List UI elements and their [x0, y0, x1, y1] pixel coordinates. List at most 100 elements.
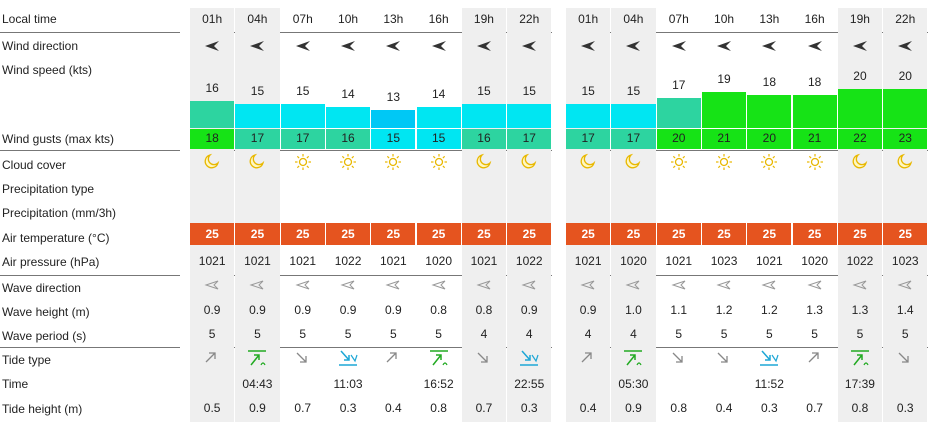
wind-speed-bar — [461, 104, 507, 128]
moon-icon — [566, 153, 610, 169]
tide-time-value: 16:52 — [423, 377, 454, 391]
wave-height-value: 0.9 — [249, 303, 266, 317]
sun-icon — [747, 153, 791, 171]
wave-direction-arrow-icon — [417, 279, 461, 291]
wind-speed-value: 19 — [717, 72, 731, 86]
wave-direction-arrow-icon — [462, 279, 506, 291]
wind-speed-bar — [280, 104, 325, 128]
hour-label: 22h — [519, 12, 540, 26]
wave-period-value: 5 — [299, 327, 307, 341]
wind-speed-bar — [701, 92, 747, 128]
wave-height-value: 0.9 — [384, 303, 402, 317]
air-temperature-cell: 25 — [792, 223, 837, 245]
tide-height-value: 0.7 — [806, 401, 823, 415]
hour-label: 13h — [383, 12, 404, 26]
air-pressure-value: 1021 — [755, 254, 783, 268]
wind-direction-arrow-icon — [417, 40, 461, 52]
label-wave-direction: Wave direction — [2, 281, 81, 295]
wave-direction-arrow-icon — [793, 279, 837, 291]
moon-icon — [883, 153, 927, 169]
wind-direction-arrow-icon — [507, 40, 551, 52]
wind-direction-arrow-icon — [190, 40, 234, 52]
wind-speed-bar — [507, 104, 552, 128]
wind-gust-cell: 23 — [883, 129, 928, 149]
wind-speed-value: 20 — [853, 69, 867, 83]
wave-period-value: 5 — [856, 327, 864, 341]
wave-period-value: 5 — [811, 327, 818, 341]
tide-height-value: 0.3 — [339, 401, 357, 415]
wind-direction-arrow-icon — [657, 40, 701, 52]
wind-speed-bar — [837, 89, 883, 128]
wind-gust-cell: 15 — [371, 129, 416, 149]
air-pressure-value: 1021 — [665, 254, 693, 268]
air-pressure-value: 1022 — [515, 254, 543, 268]
air-temperature-cell: 25 — [235, 223, 280, 245]
wave-period-value: 5 — [720, 327, 728, 341]
tide-height-value: 0.9 — [249, 401, 266, 415]
moon-icon — [611, 153, 655, 169]
row-separator — [0, 150, 180, 151]
wave-height-value: 0.9 — [294, 303, 312, 317]
wave-direction-arrow-icon — [235, 279, 279, 291]
wind-speed-value: 16 — [205, 81, 219, 95]
sun-icon — [657, 153, 701, 171]
wind-gust-cell: 17 — [566, 129, 611, 149]
tide-height-value: 0.8 — [430, 401, 447, 415]
tide-height-value: 0.9 — [625, 401, 642, 415]
air-pressure-value: 1021 — [198, 254, 226, 268]
wave-period-value: 5 — [208, 327, 216, 341]
moon-icon — [462, 153, 506, 169]
wind-gust-cell: 15 — [416, 129, 461, 149]
wind-speed-bar — [371, 110, 416, 128]
air-pressure-value: 1022 — [334, 254, 362, 268]
wind-gust-cell: 17 — [611, 129, 656, 149]
wind-speed-bar — [416, 107, 461, 128]
wind-speed-bar — [325, 107, 371, 128]
moon-icon — [190, 153, 234, 169]
wind-direction-arrow-icon — [326, 40, 370, 52]
wind-gust-cell: 22 — [837, 129, 883, 149]
tide-falling-icon — [702, 349, 746, 367]
hour-label: 07h — [292, 12, 313, 26]
wave-direction-arrow-icon — [326, 279, 370, 291]
air-pressure-value: 1023 — [891, 254, 919, 268]
air-pressure-value: 1021 — [289, 254, 317, 268]
wind-speed-bar — [792, 95, 837, 128]
tide-rising-icon — [190, 349, 234, 367]
wind-gust-cell: 16 — [461, 129, 507, 149]
wave-height-value: 1.2 — [760, 303, 778, 317]
wind-direction-arrow-icon — [747, 40, 791, 52]
air-temperature-cell: 25 — [566, 223, 611, 245]
tide-height-value: 0.4 — [715, 401, 733, 415]
tide-rising-icon — [566, 349, 610, 367]
tide-falling-icon — [281, 349, 325, 367]
tide-low-icon — [507, 349, 551, 367]
tide-time-value: 04:43 — [242, 377, 273, 391]
air-temperature-cell: 25 — [747, 223, 792, 245]
wind-direction-arrow-icon — [883, 40, 927, 52]
wave-direction-arrow-icon — [838, 279, 882, 291]
label-air-temperature: Air temperature (°C) — [2, 231, 110, 245]
hour-label: 19h — [473, 12, 494, 26]
air-temperature-cell: 25 — [461, 223, 507, 245]
hour-label: 13h — [759, 12, 780, 26]
wind-speed-bar — [235, 104, 280, 128]
label-cloud-cover: Cloud cover — [2, 158, 67, 172]
wind-gust-cell: 20 — [747, 129, 792, 149]
wave-direction-arrow-icon — [566, 279, 610, 291]
tide-falling-icon — [883, 349, 927, 367]
wind-direction-arrow-icon — [371, 40, 415, 52]
wind-speed-value: 15 — [581, 84, 595, 98]
sun-icon — [326, 153, 370, 171]
wind-direction-arrow-icon — [462, 40, 506, 52]
wave-period-value: 5 — [344, 327, 352, 341]
wave-period-value: 4 — [630, 327, 637, 341]
tide-time-value: 05:30 — [618, 377, 649, 391]
wave-height-value: 1.3 — [806, 303, 823, 317]
wind-direction-arrow-icon — [702, 40, 746, 52]
sun-icon — [417, 153, 461, 171]
air-temperature-cell: 25 — [325, 223, 371, 245]
wind-speed-value: 13 — [386, 90, 401, 104]
hour-label: 19h — [849, 12, 870, 26]
wind-gust-cell: 17 — [507, 129, 552, 149]
